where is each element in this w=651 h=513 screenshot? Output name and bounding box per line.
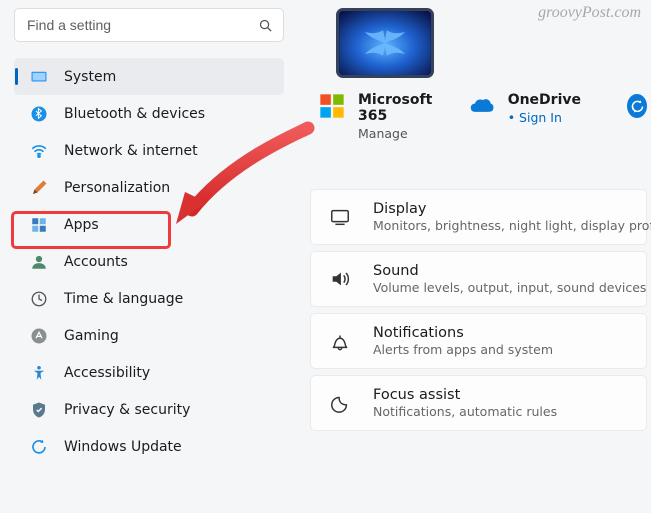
accounts-icon [30, 253, 48, 271]
system-icon [30, 68, 48, 86]
nav-item-system[interactable]: System [14, 58, 284, 95]
nav-item-gaming[interactable]: Gaming [14, 317, 284, 354]
search-icon [258, 18, 273, 33]
nav-label: Network & internet [64, 143, 198, 159]
sidebar: System Bluetooth & devices Network & int… [0, 0, 290, 513]
nav-item-bluetooth[interactable]: Bluetooth & devices [14, 95, 284, 132]
windows-update-icon [30, 438, 48, 456]
card-title: Notifications [373, 325, 553, 341]
nav-label: Gaming [64, 328, 119, 344]
tile-sub: Manage [358, 126, 442, 141]
nav-label: System [64, 69, 116, 85]
nav-label: Accessibility [64, 365, 150, 381]
onedrive-icon [468, 92, 496, 120]
nav-item-accessibility[interactable]: Accessibility [14, 354, 284, 391]
tile-onedrive[interactable]: OneDrive Sign In [468, 92, 581, 125]
card-sub: Volume levels, output, input, sound devi… [373, 280, 646, 295]
apps-icon [30, 216, 48, 234]
network-icon [30, 142, 48, 160]
nav-item-time-language[interactable]: Time & language [14, 280, 284, 317]
accessibility-icon [30, 364, 48, 382]
nav-label: Time & language [64, 291, 183, 307]
nav-item-personalization[interactable]: Personalization [14, 169, 284, 206]
display-icon [329, 206, 351, 228]
card-title: Sound [373, 263, 646, 279]
desktop-wallpaper-preview[interactable] [336, 8, 434, 78]
card-sub: Notifications, automatic rules [373, 404, 557, 419]
main-panel: groovyPost.com [290, 0, 651, 513]
nav-item-accounts[interactable]: Accounts [14, 243, 284, 280]
microsoft-logo-icon [318, 92, 346, 120]
privacy-security-icon [30, 401, 48, 419]
card-display[interactable]: Display Monitors, brightness, night ligh… [310, 189, 647, 245]
card-focus-assist[interactable]: Focus assist Notifications, automatic ru… [310, 375, 647, 431]
focus-assist-icon [329, 392, 351, 414]
time-language-icon [30, 290, 48, 308]
nav-list: System Bluetooth & devices Network & int… [14, 58, 290, 465]
card-title: Focus assist [373, 387, 557, 403]
nav-label: Bluetooth & devices [64, 106, 205, 122]
bluetooth-icon [30, 105, 48, 123]
nav-label: Privacy & security [64, 402, 190, 418]
nav-label: Apps [64, 217, 99, 233]
tile-title: OneDrive [508, 92, 581, 108]
card-sub: Monitors, brightness, night light, displ… [373, 218, 651, 233]
watermark: groovyPost.com [538, 4, 641, 22]
card-sub: Alerts from apps and system [373, 342, 553, 357]
personalization-icon [30, 179, 48, 197]
nav-item-privacy-security[interactable]: Privacy & security [14, 391, 284, 428]
card-notifications[interactable]: Notifications Alerts from apps and syste… [310, 313, 647, 369]
nav-label: Personalization [64, 180, 170, 196]
notifications-icon [329, 330, 351, 352]
search-input[interactable] [27, 17, 258, 33]
sound-icon [329, 268, 351, 290]
card-title: Display [373, 201, 651, 217]
search-box[interactable] [14, 8, 284, 42]
sync-icon[interactable] [627, 94, 647, 118]
settings-card-list: Display Monitors, brightness, night ligh… [310, 189, 647, 431]
nav-item-apps[interactable]: Apps [14, 206, 284, 243]
tile-title: Microsoft 365 [358, 92, 442, 124]
nav-item-windows-update[interactable]: Windows Update [14, 428, 284, 465]
card-sound[interactable]: Sound Volume levels, output, input, soun… [310, 251, 647, 307]
nav-label: Windows Update [64, 439, 182, 455]
nav-label: Accounts [64, 254, 128, 270]
gaming-icon [30, 327, 48, 345]
nav-item-network[interactable]: Network & internet [14, 132, 284, 169]
tile-sub-link[interactable]: Sign In [508, 110, 581, 125]
tile-microsoft-365[interactable]: Microsoft 365 Manage [318, 92, 442, 141]
